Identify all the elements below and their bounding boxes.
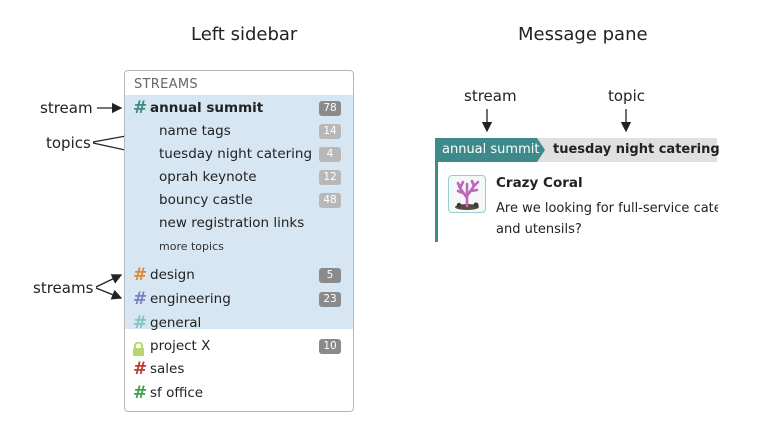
- avatar[interactable]: [448, 175, 486, 213]
- topic-item-bouncy-castle[interactable]: bouncy castle: [159, 189, 253, 212]
- topic-label[interactable]: tuesday night catering: [553, 138, 720, 162]
- hash-icon: #: [133, 98, 148, 118]
- topic-unread-badge: 4: [319, 147, 341, 162]
- more-topics-link[interactable]: more topics: [159, 240, 224, 253]
- message-line-2: and utensils?: [496, 222, 582, 237]
- message-content: Are we looking for full-service cateri a…: [496, 198, 718, 240]
- stream-row-annual-summit[interactable]: # annual summit 78: [125, 97, 353, 120]
- streams-sidebar: STREAMS # annual summit 78 name tags 14 …: [124, 70, 354, 412]
- stream-name: sales: [150, 361, 185, 377]
- hash-icon: #: [133, 313, 148, 333]
- streams-header: STREAMS: [134, 77, 198, 92]
- unread-count-badge: 10: [319, 339, 341, 354]
- topic-unread-badge: 48: [319, 193, 341, 208]
- hash-icon: #: [133, 265, 148, 285]
- arrow-stream-design: [95, 274, 123, 288]
- sender-name[interactable]: Crazy Coral: [496, 175, 583, 191]
- topic-item-name-tags[interactable]: name tags: [159, 120, 231, 143]
- message-line-1: Are we looking for full-service cateri: [496, 201, 718, 216]
- hash-icon: #: [133, 383, 148, 403]
- topic-unread-badge: 12: [319, 170, 341, 185]
- stream-name: project X: [150, 338, 211, 354]
- stream-name: engineering: [150, 291, 231, 307]
- stream-row-sales[interactable]: # sales: [125, 358, 353, 381]
- stream-row-project-x[interactable]: project X 10: [125, 335, 353, 358]
- stream-row-engineering[interactable]: # engineering 23: [125, 288, 353, 311]
- stream-name: design: [150, 267, 195, 283]
- topic-unread-badge: 14: [319, 124, 341, 139]
- stream-name: annual summit: [150, 100, 264, 116]
- unread-count-badge: 5: [319, 268, 341, 283]
- hash-icon: #: [133, 359, 148, 379]
- message-recipient-header: annual summit tuesday night catering: [435, 138, 720, 162]
- arrow-stream-engineering: [95, 287, 123, 300]
- topic-item-new-registration-links[interactable]: new registration links: [159, 212, 304, 235]
- stream-name: general: [150, 315, 202, 331]
- message-stream-bar: [435, 162, 438, 242]
- stream-name: sf office: [150, 385, 204, 401]
- stream-row-general[interactable]: # general: [125, 312, 353, 335]
- coral-icon: [455, 179, 480, 210]
- topic-item-tuesday-night-catering[interactable]: tuesday night catering: [159, 143, 312, 166]
- topic-item-oprah-keynote[interactable]: oprah keynote: [159, 166, 257, 189]
- unread-count-badge: 78: [319, 101, 341, 116]
- stream-row-sf-office[interactable]: # sf office: [125, 382, 353, 405]
- unread-count-badge: 23: [319, 292, 341, 307]
- stream-label[interactable]: annual summit: [435, 138, 545, 162]
- hash-icon: #: [133, 289, 148, 309]
- stream-row-design[interactable]: # design 5: [125, 264, 353, 287]
